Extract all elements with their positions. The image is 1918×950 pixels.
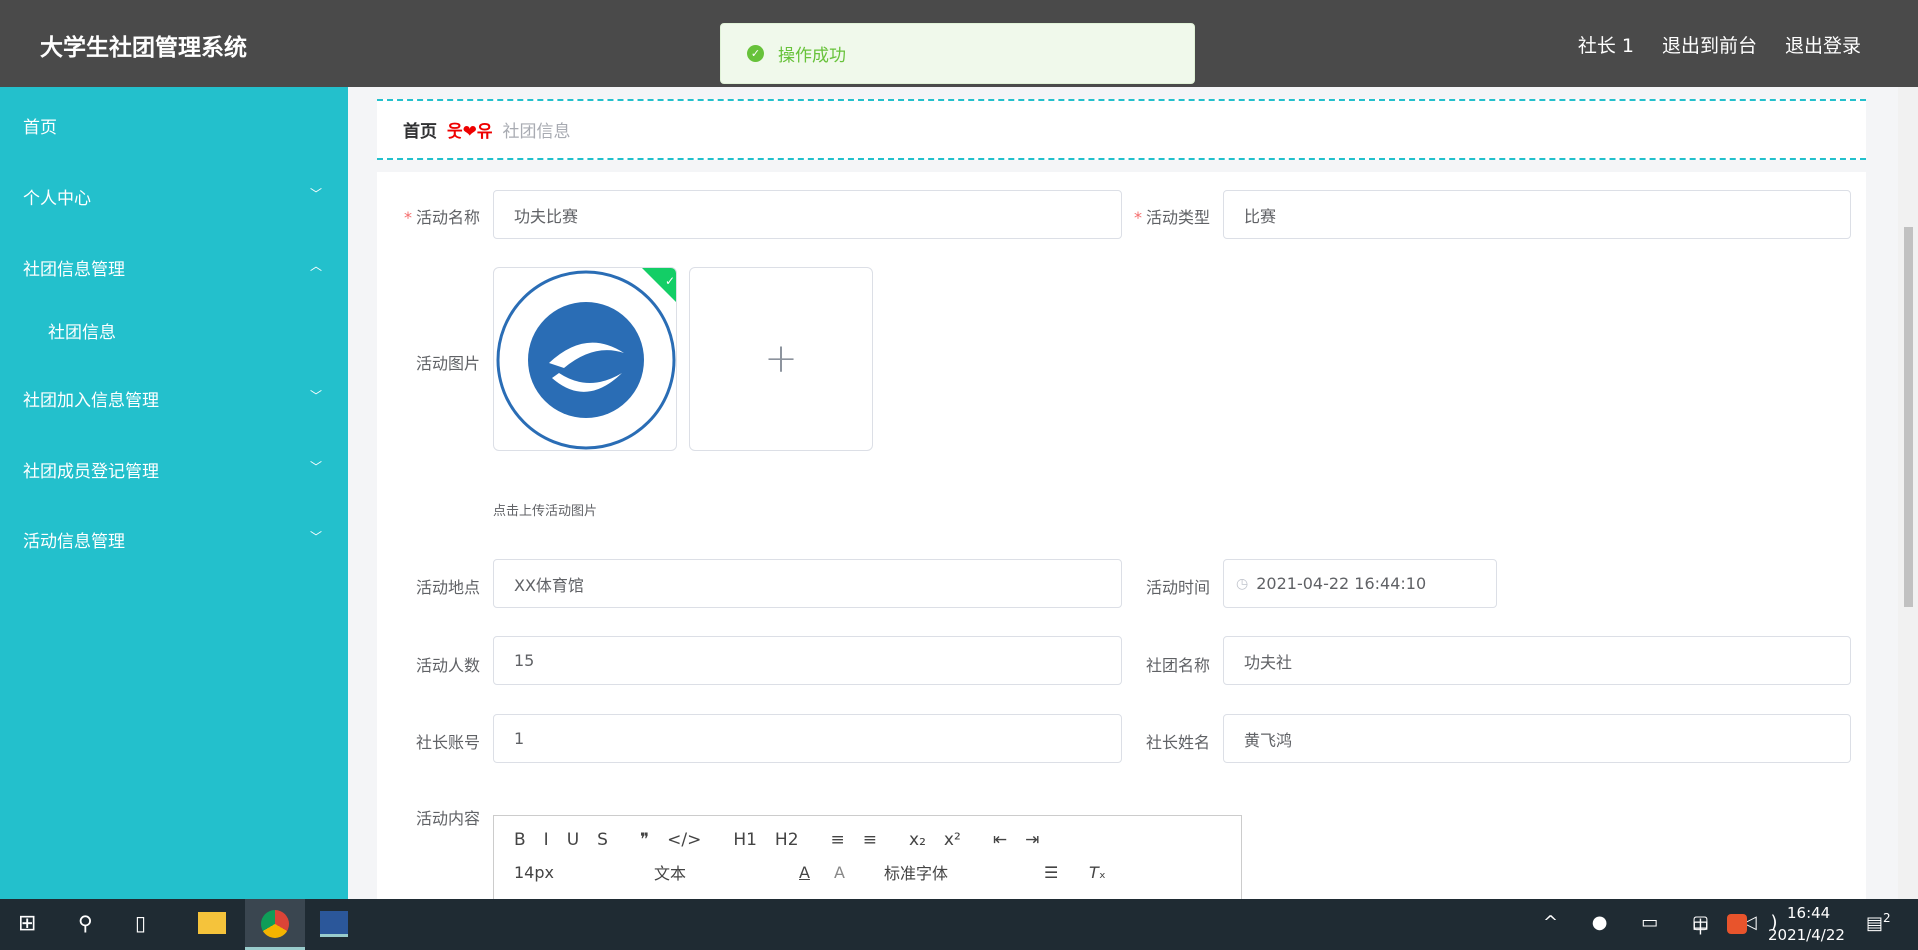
code-icon[interactable]: </>: [667, 830, 701, 850]
logout-link[interactable]: 退出登录: [1785, 31, 1861, 58]
user-name[interactable]: 社长 1: [1578, 31, 1634, 58]
bold-icon[interactable]: B: [514, 830, 526, 850]
chevron-down-icon: ﹀: [310, 187, 323, 201]
image-label: 活动图片: [415, 354, 480, 373]
leader-input[interactable]: 黄飞鸿: [1223, 714, 1851, 763]
success-toast: ✓ 操作成功: [720, 23, 1195, 84]
breadcrumb: 首页 웃❤유 社团信息: [377, 99, 1866, 160]
scrollbar[interactable]: [1898, 87, 1918, 899]
h2-icon[interactable]: H2: [775, 830, 799, 850]
clear-format-icon[interactable]: Tₓ: [1089, 863, 1106, 882]
plus-icon: +: [764, 336, 798, 382]
chevron-up-icon: ︿: [310, 259, 323, 273]
club-input[interactable]: 功夫社: [1223, 636, 1851, 685]
upload-add-button[interactable]: +: [689, 267, 873, 451]
chevron-down-icon: ﹀: [310, 530, 323, 544]
subscript-icon[interactable]: x₂: [909, 830, 926, 850]
ime-indicator[interactable]: 中: [1692, 913, 1709, 938]
count-label: 活动人数: [415, 656, 480, 675]
sidebar-item-home[interactable]: 首页: [23, 113, 57, 138]
underline-icon[interactable]: U: [567, 830, 579, 850]
clock-date[interactable]: 2021/4/22: [1768, 926, 1845, 944]
club-label: 社团名称: [1145, 656, 1210, 675]
chrome-icon[interactable]: [245, 899, 305, 950]
uploaded-image[interactable]: ✓: [493, 267, 677, 451]
type-label: * 活动类型: [1133, 208, 1210, 227]
chevron-down-icon: ﹀: [310, 389, 323, 403]
header-select[interactable]: 文本: [654, 860, 799, 884]
chevron-down-icon: ﹀: [310, 460, 323, 474]
sidebar-item-profile[interactable]: 个人中心: [23, 184, 91, 209]
sogou-icon[interactable]: [1727, 914, 1747, 934]
tray-icons: ^ ● ▭ ▢ ◁): [1543, 912, 1792, 933]
sidebar-item-activity-mgmt[interactable]: 活动信息管理: [23, 527, 125, 552]
windows-taskbar: ⊞ ⚲ ▯ ^ ● ▭ ▢ ◁) 中 16:44 2021/4/22 ▤2: [0, 899, 1918, 950]
notification-icon[interactable]: ▤2: [1866, 911, 1891, 934]
account-label: 社长账号: [415, 733, 480, 752]
sidebar-item-member-mgmt[interactable]: 社团成员登记管理: [23, 457, 159, 482]
breadcrumb-separator: 웃❤유: [447, 122, 493, 142]
italic-icon[interactable]: I: [544, 830, 549, 850]
word-icon[interactable]: [320, 911, 348, 937]
breadcrumb-current: 社团信息: [502, 122, 571, 142]
place-input[interactable]: XX体育馆: [493, 559, 1122, 608]
leader-label: 社长姓名: [1145, 733, 1210, 752]
blockquote-icon[interactable]: ❞: [640, 830, 649, 850]
font-size-select[interactable]: 14px: [514, 863, 654, 882]
svg-text:✓: ✓: [665, 274, 675, 288]
clock-icon: ◷: [1236, 575, 1249, 592]
name-label: * 活动名称: [403, 208, 480, 227]
activity-type-input[interactable]: 比赛: [1223, 190, 1851, 239]
bullet-list-icon[interactable]: ≡: [863, 830, 877, 850]
strike-icon[interactable]: S: [597, 830, 608, 850]
font-family-select[interactable]: 标准字体: [884, 860, 1044, 884]
superscript-icon[interactable]: x²: [944, 830, 961, 850]
h1-icon[interactable]: H1: [733, 830, 757, 850]
clock-time[interactable]: 16:44: [1787, 904, 1830, 922]
front-link[interactable]: 退出到前台: [1662, 31, 1757, 58]
background-color-icon[interactable]: A: [834, 863, 884, 882]
toast-text: 操作成功: [778, 46, 846, 66]
sidebar-item-club-mgmt[interactable]: 社团信息管理: [23, 255, 125, 280]
university-logo: ✓: [496, 268, 676, 450]
outdent-icon[interactable]: ⇤: [993, 830, 1007, 850]
search-icon[interactable]: ⚲: [78, 911, 93, 935]
windows-start-icon[interactable]: ⊞: [18, 911, 36, 936]
align-icon[interactable]: ☰: [1044, 863, 1089, 882]
breadcrumb-home[interactable]: 首页: [403, 117, 437, 142]
file-explorer-icon[interactable]: [198, 912, 226, 934]
count-input[interactable]: 15: [493, 636, 1122, 685]
task-view-icon[interactable]: ▯: [135, 911, 146, 935]
sidebar-item-club-info[interactable]: 社团信息: [48, 318, 116, 343]
upload-hint: 点击上传活动图片: [493, 504, 598, 519]
ordered-list-icon[interactable]: ≡: [831, 830, 845, 850]
time-picker[interactable]: ◷ 2021-04-22 16:44:10: [1223, 559, 1497, 608]
content-label: 活动内容: [415, 809, 480, 828]
place-label: 活动地点: [415, 578, 480, 597]
font-color-icon[interactable]: A: [799, 863, 834, 882]
time-label: 活动时间: [1145, 578, 1210, 597]
check-circle-icon: ✓: [747, 45, 764, 62]
activity-name-input[interactable]: 功夫比赛: [493, 190, 1122, 239]
indent-icon[interactable]: ⇥: [1025, 830, 1039, 850]
app-title: 大学生社团管理系统: [40, 35, 247, 61]
sidebar-item-join-mgmt[interactable]: 社团加入信息管理: [23, 386, 159, 411]
account-input[interactable]: 1: [493, 714, 1122, 763]
sidebar: 首页 个人中心 ﹀ 社团信息管理 ︿ 社团信息 社团加入信息管理 ﹀ 社团成员登…: [0, 87, 348, 899]
